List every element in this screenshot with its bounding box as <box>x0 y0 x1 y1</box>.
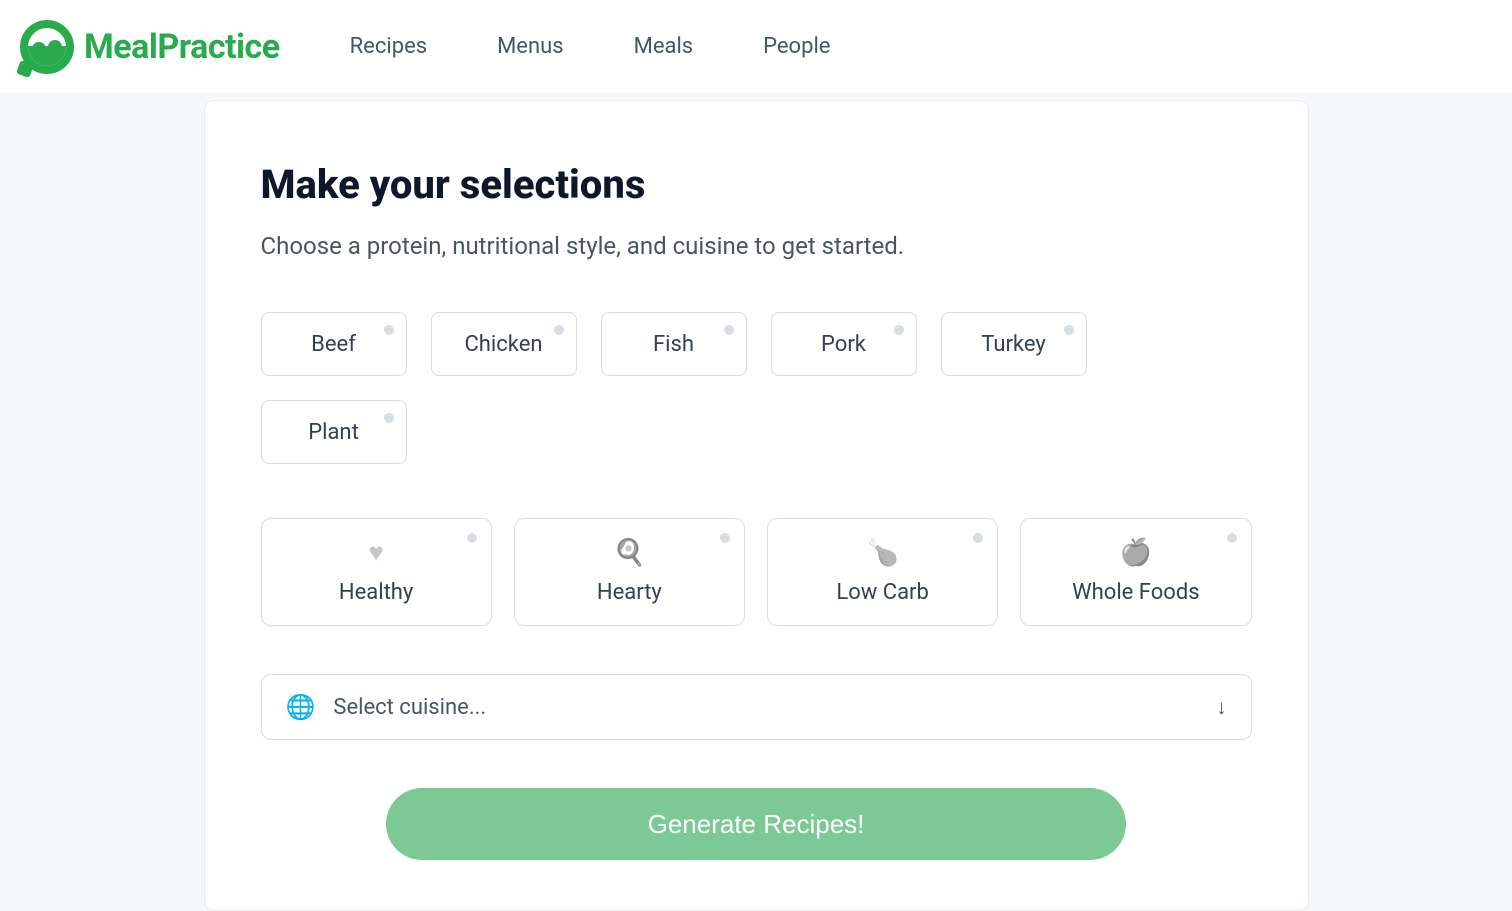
radio-dot-icon <box>384 413 394 423</box>
chip-label: Healthy <box>339 580 413 605</box>
protein-chip-pork[interactable]: Pork <box>771 312 917 376</box>
radio-dot-icon <box>724 325 734 335</box>
nav-menus[interactable]: Menus <box>497 34 564 59</box>
radio-dot-icon <box>894 325 904 335</box>
chip-label: Hearty <box>597 580 662 605</box>
radio-dot-icon <box>720 533 730 543</box>
page-subtitle: Choose a protein, nutritional style, and… <box>261 232 1252 260</box>
selection-card: Make your selections Choose a protein, n… <box>204 100 1309 911</box>
nav-meals[interactable]: Meals <box>634 34 694 59</box>
heart-icon: ♥ <box>368 540 383 566</box>
brand-name: MealPractice <box>84 27 280 67</box>
radio-dot-icon <box>973 533 983 543</box>
chevron-down-icon: ↓ <box>1217 695 1227 720</box>
chip-label: Pork <box>821 332 866 357</box>
style-row: ♥ Healthy 🍳 Hearty 🍗 Low Carb 🍎 Whole Fo… <box>261 518 1252 626</box>
style-chip-wholefoods[interactable]: 🍎 Whole Foods <box>1020 518 1251 626</box>
chip-label: Fish <box>653 332 694 357</box>
protein-row: Beef Chicken Fish Pork Turkey Plant <box>261 312 1252 464</box>
radio-dot-icon <box>554 325 564 335</box>
logo-mark-icon <box>20 20 74 74</box>
cuisine-placeholder: Select cuisine... <box>333 695 1198 720</box>
page-title: Make your selections <box>261 161 1252 208</box>
radio-dot-icon <box>1227 533 1237 543</box>
stove-icon: 🍳 <box>613 540 645 566</box>
protein-chip-turkey[interactable]: Turkey <box>941 312 1087 376</box>
protein-chip-chicken[interactable]: Chicken <box>431 312 577 376</box>
protein-chip-fish[interactable]: Fish <box>601 312 747 376</box>
generate-recipes-button[interactable]: Generate Recipes! <box>386 788 1126 860</box>
radio-dot-icon <box>467 533 477 543</box>
chip-label: Plant <box>308 420 359 445</box>
nav-people[interactable]: People <box>763 34 830 59</box>
protein-chip-beef[interactable]: Beef <box>261 312 407 376</box>
protein-chip-plant[interactable]: Plant <box>261 400 407 464</box>
radio-dot-icon <box>1064 325 1074 335</box>
style-chip-hearty[interactable]: 🍳 Hearty <box>514 518 745 626</box>
poultry-icon: 🍗 <box>866 540 898 566</box>
nav-recipes[interactable]: Recipes <box>350 34 427 59</box>
chip-label: Low Carb <box>836 580 928 605</box>
radio-dot-icon <box>384 325 394 335</box>
style-chip-lowcarb[interactable]: 🍗 Low Carb <box>767 518 998 626</box>
style-chip-healthy[interactable]: ♥ Healthy <box>261 518 492 626</box>
globe-icon: 🌐 <box>286 693 316 721</box>
chip-label: Chicken <box>464 332 542 357</box>
chip-label: Beef <box>311 332 356 357</box>
chip-label: Turkey <box>981 332 1046 357</box>
chip-label: Whole Foods <box>1072 580 1199 605</box>
cuisine-select[interactable]: 🌐 Select cuisine... ↓ <box>261 674 1252 740</box>
apple-icon: 🍎 <box>1120 540 1152 566</box>
brand-logo[interactable]: MealPractice <box>20 20 280 74</box>
main-nav: Recipes Menus Meals People <box>350 34 831 59</box>
top-nav: MealPractice Recipes Menus Meals People <box>0 0 1512 94</box>
